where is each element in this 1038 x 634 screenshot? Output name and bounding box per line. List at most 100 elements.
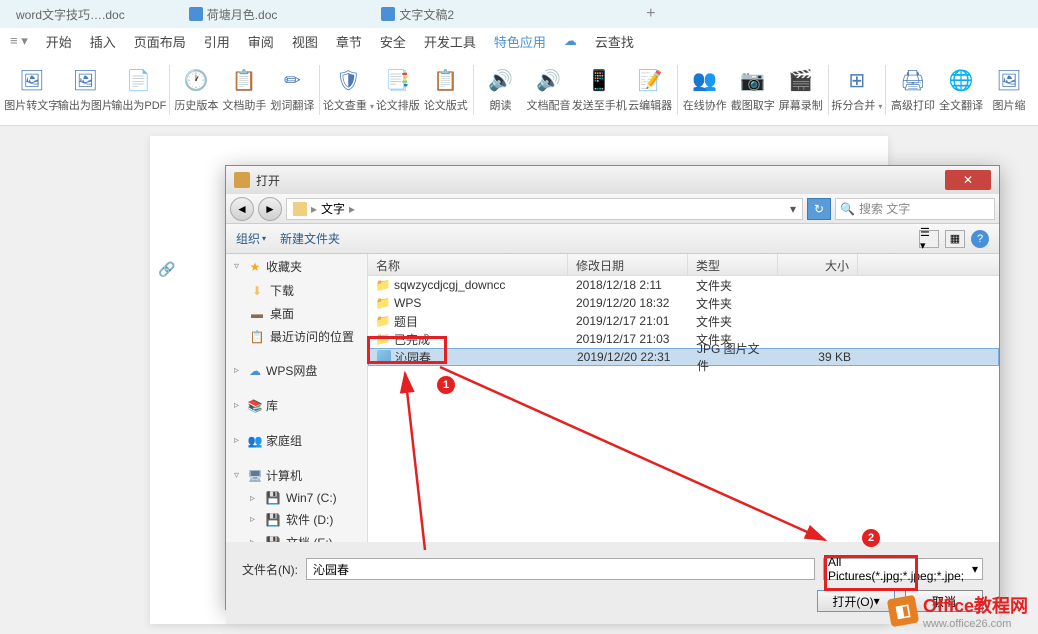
separator bbox=[828, 65, 829, 115]
ribbon-fulltranslate[interactable]: 🌐全文翻译 bbox=[938, 65, 984, 115]
back-button[interactable]: ◄ bbox=[230, 197, 254, 221]
pdf-icon: 📄 bbox=[125, 67, 153, 95]
export-image-icon: 🖼 bbox=[71, 67, 99, 95]
tab-1[interactable]: word文字技巧….doc bbox=[4, 2, 137, 27]
ribbon-plagiarism[interactable]: 🛡论文查重 ▾ bbox=[324, 65, 373, 115]
menu-chapter[interactable]: 章节 bbox=[336, 32, 362, 51]
sidebar-desktop[interactable]: ▬桌面 bbox=[226, 302, 367, 325]
sidebar-computer[interactable]: ▿🖥计算机 bbox=[226, 463, 367, 488]
dialog-footer: 文件名(N): All Pictures(*.jpg;*.jpeg;*.jpe;… bbox=[226, 542, 999, 624]
preview-button[interactable]: ▦ bbox=[945, 230, 965, 248]
filename-input[interactable] bbox=[306, 558, 815, 580]
ribbon-collab[interactable]: 👥在线协作 bbox=[682, 65, 728, 115]
shield-icon: 🛡 bbox=[334, 67, 362, 95]
refresh-button[interactable]: ↻ bbox=[807, 198, 831, 220]
menu-dev[interactable]: 开发工具 bbox=[424, 32, 476, 51]
filename-label: 文件名(N): bbox=[242, 561, 298, 578]
ribbon-advprint[interactable]: 🖨高级打印 bbox=[890, 65, 936, 115]
menu-view[interactable]: 视图 bbox=[292, 32, 318, 51]
ribbon-screenrec[interactable]: 🎬屏幕录制 bbox=[778, 65, 824, 115]
folder-icon: 📁 bbox=[376, 296, 390, 310]
sidebar-favorites[interactable]: ▿★收藏夹 bbox=[226, 254, 367, 279]
format-icon: 📋 bbox=[432, 67, 460, 95]
ribbon-voiceover[interactable]: 🔊文档配音 bbox=[526, 65, 572, 115]
sidebar-library[interactable]: ▹📚库 bbox=[226, 393, 367, 418]
annotation-marker-2: 2 bbox=[862, 529, 880, 547]
organize-button[interactable]: 组织 ▾ bbox=[236, 230, 266, 247]
ribbon-dochelper[interactable]: 📋文档助手 bbox=[221, 65, 267, 115]
record-icon: 🎬 bbox=[787, 67, 815, 95]
sidebar-disk-e[interactable]: ▹💾文档 (E:) bbox=[226, 531, 367, 542]
menu-special[interactable]: 特色应用 bbox=[494, 32, 546, 51]
ribbon-paperformat[interactable]: 📋论文版式 bbox=[423, 65, 469, 115]
ribbon-ocr[interactable]: 📷截图取字 bbox=[730, 65, 776, 115]
ribbon-imgcomp[interactable]: 🖼图片缩 bbox=[986, 65, 1032, 115]
menu-layout[interactable]: 页面布局 bbox=[134, 32, 186, 51]
close-button[interactable]: ✕ bbox=[945, 170, 991, 190]
column-name[interactable]: 名称 bbox=[368, 254, 568, 275]
column-size[interactable]: 大小 bbox=[778, 254, 858, 275]
breadcrumb[interactable]: ▸ 文字 ▸ ▾ bbox=[286, 198, 803, 220]
link-icon[interactable]: 🔗 bbox=[158, 261, 175, 278]
breadcrumb-dropdown[interactable]: ▾ bbox=[790, 202, 796, 216]
menu-security[interactable]: 安全 bbox=[380, 32, 406, 51]
image-icon bbox=[377, 350, 391, 364]
column-type[interactable]: 类型 bbox=[688, 254, 778, 275]
ribbon-readaloud[interactable]: 🔊朗读 bbox=[478, 65, 524, 115]
tabs-bar: word文字技巧….doc 荷塘月色.doc 文字文稿2 + bbox=[0, 0, 1038, 28]
ribbon-sendphone[interactable]: 📱发送至手机 bbox=[574, 65, 626, 115]
file-row[interactable]: 📁题目2019/12/17 21:01文件夹 bbox=[368, 312, 999, 330]
audio-icon: 🔊 bbox=[535, 67, 563, 95]
sidebar-disk-c[interactable]: ▹💾Win7 (C:) bbox=[226, 488, 367, 508]
forward-button[interactable]: ► bbox=[258, 197, 282, 221]
menu-dropdown-icon[interactable]: ≡ ▾ bbox=[10, 33, 28, 49]
menu-cloudsearch[interactable]: 云查找 bbox=[595, 32, 634, 51]
ribbon-translate[interactable]: ✏划词翻译 bbox=[269, 65, 315, 115]
doc-icon bbox=[189, 7, 203, 21]
sidebar-recent[interactable]: 📋最近访问的位置 bbox=[226, 325, 367, 348]
open-button[interactable]: 打开(O) ▾ bbox=[817, 590, 895, 612]
help-icon[interactable]: ? bbox=[971, 230, 989, 248]
watermark-brand: Office教程网 bbox=[923, 592, 1028, 618]
recent-icon: 📋 bbox=[250, 330, 264, 344]
file-row[interactable]: 沁园春2019/12/20 22:31JPG 图片文件39 KB bbox=[368, 348, 999, 366]
search-input[interactable]: 🔍 搜索 文字 bbox=[835, 198, 995, 220]
sidebar-homegroup[interactable]: ▹👥家庭组 bbox=[226, 428, 367, 453]
menu-review[interactable]: 审阅 bbox=[248, 32, 274, 51]
column-date[interactable]: 修改日期 bbox=[568, 254, 688, 275]
cloud-icon: ☁ bbox=[564, 33, 577, 49]
sidebar-downloads[interactable]: ⬇下载 bbox=[226, 279, 367, 302]
dialog-toolbar: 组织 ▾ 新建文件夹 ☰ ▾ ▦ ? bbox=[226, 224, 999, 254]
view-mode-button[interactable]: ☰ ▾ bbox=[919, 230, 939, 248]
sidebar-wpsdisk[interactable]: ▹☁WPS网盘 bbox=[226, 358, 367, 383]
file-row[interactable]: 📁已完成2019/12/17 21:03文件夹 bbox=[368, 330, 999, 348]
file-row[interactable]: 📁sqwzycdjcgj_downcc2018/12/18 2:11文件夹 bbox=[368, 276, 999, 294]
filter-dropdown[interactable]: All Pictures(*.jpg;*.jpeg;*.jpe;▾ bbox=[823, 558, 983, 580]
tab-2[interactable]: 荷塘月色.doc bbox=[177, 2, 290, 27]
new-tab-button[interactable]: + bbox=[646, 5, 655, 23]
phone-icon: 📱 bbox=[585, 67, 613, 95]
ribbon-history[interactable]: 🕐历史版本 bbox=[173, 65, 219, 115]
folder-icon: 📁 bbox=[376, 332, 390, 346]
separator bbox=[473, 65, 474, 115]
star-icon: ★ bbox=[248, 260, 262, 274]
ribbon-cloudedit[interactable]: 📝云编辑器 bbox=[627, 65, 673, 115]
file-row[interactable]: 📁WPS2019/12/20 18:32文件夹 bbox=[368, 294, 999, 312]
breadcrumb-text: 文字 bbox=[321, 200, 345, 217]
dialog-titlebar[interactable]: 打开 ✕ bbox=[226, 166, 999, 194]
annotation-marker-1: 1 bbox=[437, 376, 455, 394]
sidebar-disk-d[interactable]: ▹💾软件 (D:) bbox=[226, 508, 367, 531]
newfolder-button[interactable]: 新建文件夹 bbox=[280, 230, 340, 247]
menu-insert[interactable]: 插入 bbox=[90, 32, 116, 51]
ribbon-img2text[interactable]: 🖼图片转文字 bbox=[6, 65, 58, 115]
watermark-icon: ◧ bbox=[887, 595, 919, 627]
ribbon-exportimg[interactable]: 🖼输出为图片 bbox=[60, 65, 112, 115]
ribbon-splitmerge[interactable]: ⊞拆分合并 ▾ bbox=[833, 65, 882, 115]
tab-3[interactable]: 文字文稿2 bbox=[369, 2, 466, 27]
separator bbox=[885, 65, 886, 115]
ribbon-exportpdf[interactable]: 📄输出为PDF bbox=[113, 65, 165, 115]
ribbon-paperlayout[interactable]: 📑论文排版 bbox=[375, 65, 421, 115]
menu-reference[interactable]: 引用 bbox=[204, 32, 230, 51]
menu-start[interactable]: 开始 bbox=[46, 32, 72, 51]
globe-icon: 🌐 bbox=[947, 67, 975, 95]
